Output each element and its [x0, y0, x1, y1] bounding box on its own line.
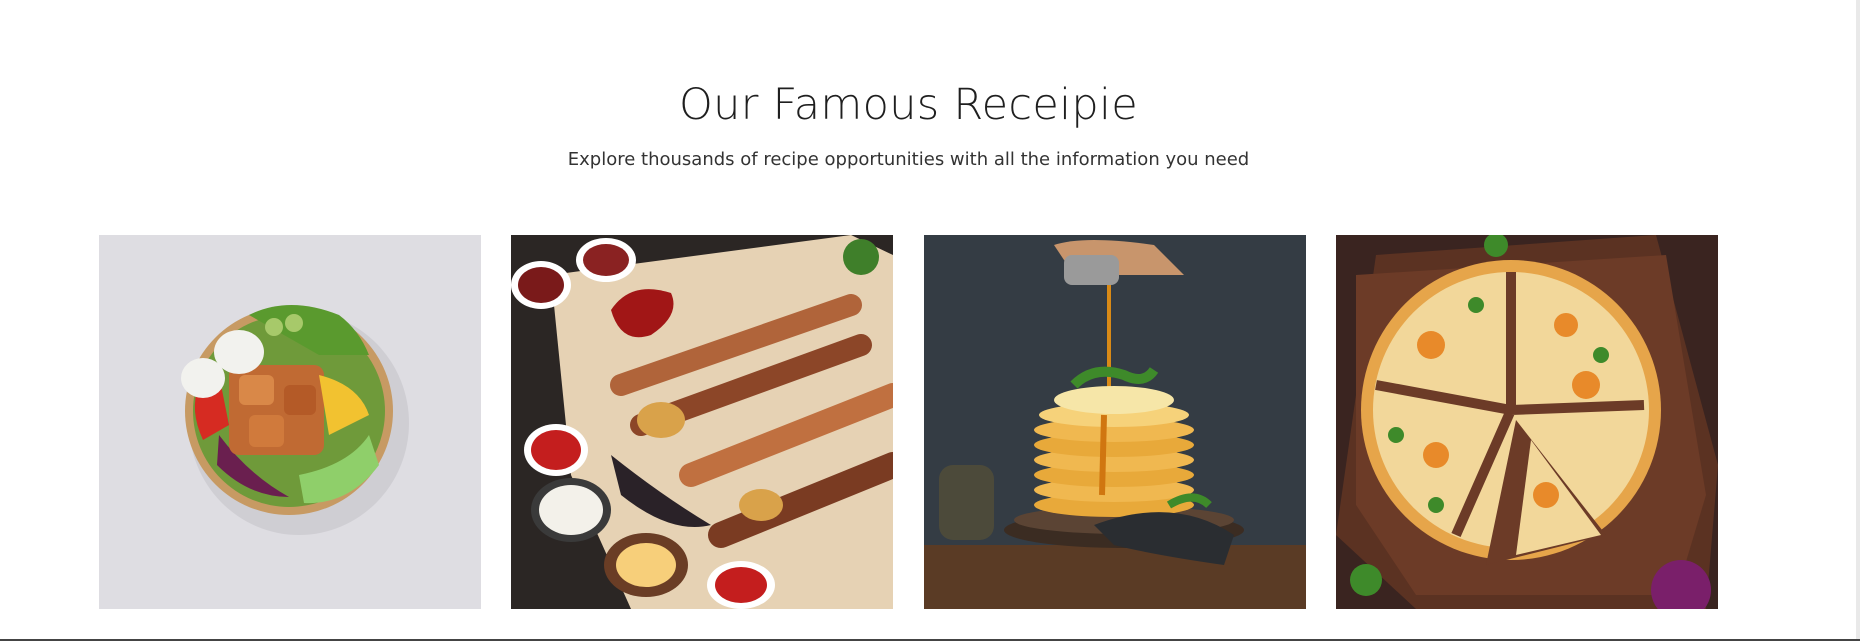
- recipe-card-pizza[interactable]: [1336, 235, 1718, 609]
- section-title: Our Famous Receipie: [679, 80, 1138, 130]
- salad-bowl-photo: [99, 235, 481, 609]
- recipe-section: Our Famous Receipie Explore thousands of…: [0, 0, 1860, 641]
- pancake-stack-syrup-photo: [924, 235, 1306, 609]
- pizza-on-board-photo: [1336, 235, 1718, 609]
- grilled-kebab-platter-photo: [511, 235, 893, 609]
- recipe-card-pancakes[interactable]: [924, 235, 1306, 609]
- recipe-card-salad[interactable]: [99, 235, 481, 609]
- recipe-card-kebab[interactable]: [511, 235, 893, 609]
- page-scrollbar[interactable]: [1856, 0, 1860, 641]
- section-subtitle: Explore thousands of recipe opportunitie…: [567, 149, 1250, 170]
